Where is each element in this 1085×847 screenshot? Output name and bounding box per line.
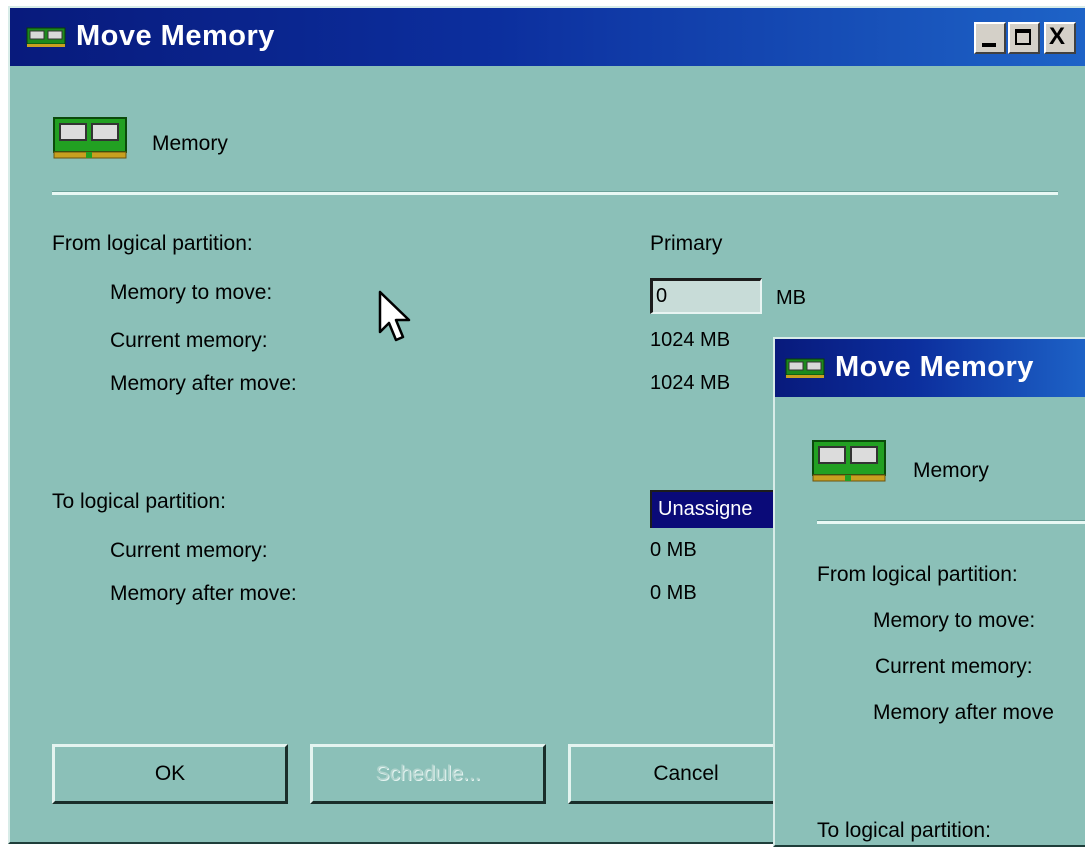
memory-to-move-label: Memory to move: [110,281,273,304]
second-from-heading: From logical partition: [817,563,1018,586]
to-current-memory-label: Current memory: [110,539,268,562]
from-current-memory-value: 1024 MB [650,329,731,351]
second-section-label: Memory [913,459,989,482]
from-after-move-label: Memory after move: [110,372,297,395]
mouse-cursor-icon [378,290,411,342]
second-to-heading: To logical partition: [817,819,991,842]
second-after-move-label: Memory after move [873,701,1054,724]
from-current-memory-label: Current memory: [110,329,268,352]
maximize-icon [1015,29,1031,45]
schedule-button: Schedule... [310,744,546,804]
second-window-title: Move Memory [835,351,1034,383]
minimize-button[interactable] [974,22,1006,54]
memory-unit-label: MB [776,287,806,309]
to-current-memory-value: 0 MB [650,539,697,561]
window-title: Move Memory [76,20,275,52]
second-move-memory-window: Move Memory Memory From logical partitio… [773,337,1085,847]
section-label: Memory [152,132,228,155]
cancel-button[interactable]: Cancel [568,744,804,804]
title-bar[interactable]: Move Memory X [10,8,1085,66]
to-partition-select[interactable]: Unassigne [650,490,790,528]
close-button[interactable]: X [1044,22,1076,54]
from-after-move-value: 1024 MB [650,372,731,394]
to-after-move-value: 0 MB [650,582,697,604]
memory-module-icon [53,117,127,159]
second-memory-chip-icon [785,358,825,378]
ok-button[interactable]: OK [52,744,288,804]
second-memory-to-move-label: Memory to move: [873,609,1036,632]
maximize-button[interactable] [1008,22,1040,54]
close-icon: X [1049,23,1066,50]
second-current-memory-label: Current memory: [875,655,1033,678]
to-partition-heading: To logical partition: [52,490,226,513]
from-partition-heading: From logical partition: [52,232,253,255]
second-separator [817,520,1085,524]
second-title-bar[interactable]: Move Memory [775,339,1085,397]
second-memory-module-icon [812,440,886,482]
memory-to-move-input[interactable]: 0 [650,278,762,314]
separator [52,191,1058,195]
from-partition-value: Primary [650,232,723,255]
minimize-icon [982,43,996,47]
to-after-move-label: Memory after move: [110,582,297,605]
memory-chip-icon [26,27,66,47]
